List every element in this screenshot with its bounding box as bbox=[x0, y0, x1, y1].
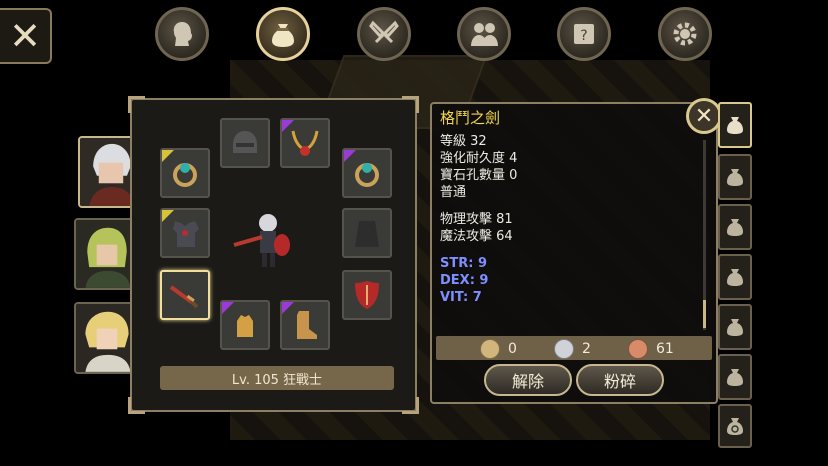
blonde-hair-portrait bbox=[76, 304, 138, 372]
copper-coin-icon bbox=[628, 339, 648, 359]
silver-currency: 2 bbox=[554, 339, 591, 359]
item-grade: 普通 bbox=[440, 185, 467, 200]
currency-bar: 0 2 61 bbox=[436, 336, 712, 360]
equip-slot-weapon[interactable] bbox=[160, 270, 210, 320]
equip-slot-ring-left[interactable] bbox=[160, 148, 210, 198]
rarity-marker bbox=[162, 210, 174, 222]
cape-icon bbox=[355, 221, 379, 247]
game-scene: ✕ ? Lv. 105 狂戰士 格鬥之劍 等級 32 強化耐久度 4 寶石孔數量… bbox=[0, 0, 828, 466]
bag-icon bbox=[727, 169, 743, 186]
copper-amount: 61 bbox=[656, 341, 674, 357]
equip-slot-boots[interactable] bbox=[280, 300, 330, 350]
silver-amount: 2 bbox=[582, 341, 591, 357]
helmet-icon bbox=[233, 131, 257, 153]
bag-tab-search[interactable] bbox=[718, 404, 752, 448]
bag-tab-1[interactable] bbox=[718, 102, 752, 148]
bag-icon bbox=[727, 369, 743, 386]
item-level: 等級 32 bbox=[440, 134, 487, 149]
item-stat-vit: VIT: 7 bbox=[440, 290, 482, 305]
unequip-button[interactable]: 解除 bbox=[484, 364, 572, 396]
panel-corner bbox=[402, 397, 419, 414]
top-tab-bar: ? bbox=[155, 7, 715, 63]
rarity-marker bbox=[344, 150, 356, 162]
bag-icon bbox=[727, 117, 743, 134]
shield-icon bbox=[355, 281, 379, 309]
tab-settings[interactable] bbox=[658, 7, 712, 61]
close-icon: ✕ bbox=[9, 14, 41, 58]
close-icon: ✕ bbox=[694, 103, 714, 129]
item-stat-dex: DEX: 9 bbox=[440, 273, 489, 288]
tab-quest[interactable]: ? bbox=[557, 7, 611, 61]
gear-icon bbox=[673, 22, 697, 46]
character-figure bbox=[233, 214, 290, 267]
item-gem-slots: 寶石孔數量 0 bbox=[440, 168, 518, 183]
bag-tab-4[interactable] bbox=[718, 254, 752, 300]
equip-slot-ring-right[interactable] bbox=[342, 148, 392, 198]
panel-corner bbox=[128, 397, 145, 414]
smash-button[interactable]: 粉碎 bbox=[576, 364, 664, 396]
equip-slot-cape[interactable] bbox=[342, 208, 392, 258]
crossed-swords-icon bbox=[369, 20, 399, 44]
tab-skills[interactable] bbox=[357, 7, 411, 61]
gold-currency: 0 bbox=[480, 339, 517, 359]
party-icon bbox=[471, 23, 498, 46]
rarity-marker bbox=[282, 120, 294, 132]
equip-slot-gloves[interactable] bbox=[220, 300, 270, 350]
bag-tab-6[interactable] bbox=[718, 354, 752, 400]
rarity-marker bbox=[222, 302, 234, 314]
item-physical-attack: 物理攻擊 81 bbox=[440, 212, 513, 227]
gold-coin-icon bbox=[480, 339, 500, 359]
tab-inventory[interactable] bbox=[256, 7, 310, 61]
quest-scroll-icon: ? bbox=[574, 24, 594, 44]
equip-slot-necklace[interactable] bbox=[280, 118, 330, 168]
gold-amount: 0 bbox=[508, 341, 517, 357]
bag-icon bbox=[727, 269, 743, 286]
bag-icon bbox=[727, 319, 743, 336]
bag-search-icon bbox=[727, 418, 743, 435]
bag-tab-2[interactable] bbox=[718, 154, 752, 200]
svg-text:?: ? bbox=[580, 28, 587, 44]
profile-head-icon bbox=[173, 22, 192, 46]
panel-corner bbox=[402, 96, 419, 113]
copper-currency: 61 bbox=[628, 339, 674, 359]
rarity-marker bbox=[282, 302, 294, 314]
item-magic-attack: 魔法攻擊 64 bbox=[440, 229, 513, 244]
item-name: 格鬥之劍 bbox=[440, 109, 501, 127]
level-class-bar: Lv. 105 狂戰士 bbox=[160, 366, 394, 390]
money-bag-icon bbox=[272, 24, 294, 47]
silver-coin-icon bbox=[554, 339, 574, 359]
item-stat-str: STR: 9 bbox=[440, 256, 488, 271]
panel-corner bbox=[128, 96, 145, 113]
rarity-marker bbox=[162, 150, 174, 162]
tab-party[interactable] bbox=[457, 7, 511, 61]
bag-tab-5[interactable] bbox=[718, 304, 752, 350]
green-hair-portrait bbox=[76, 220, 138, 288]
equipment-panel: Lv. 105 狂戰士 bbox=[128, 96, 419, 414]
equip-slot-helmet[interactable] bbox=[220, 118, 270, 168]
sword-icon bbox=[169, 285, 199, 309]
equip-slot-shield[interactable] bbox=[342, 270, 392, 320]
tab-profile[interactable] bbox=[155, 7, 209, 61]
item-info-text: 格鬥之劍 等級 32 強化耐久度 4 寶石孔數量 0 普通 物理攻擊 81 魔法… bbox=[440, 110, 517, 306]
close-button[interactable]: ✕ bbox=[0, 8, 52, 64]
equip-slot-armor[interactable] bbox=[160, 208, 210, 258]
bag-tab-3[interactable] bbox=[718, 204, 752, 250]
info-scrollbar-thumb[interactable] bbox=[703, 300, 706, 328]
info-close-button[interactable]: ✕ bbox=[686, 98, 722, 134]
item-durability: 強化耐久度 4 bbox=[440, 151, 518, 166]
bag-icon bbox=[727, 219, 743, 236]
